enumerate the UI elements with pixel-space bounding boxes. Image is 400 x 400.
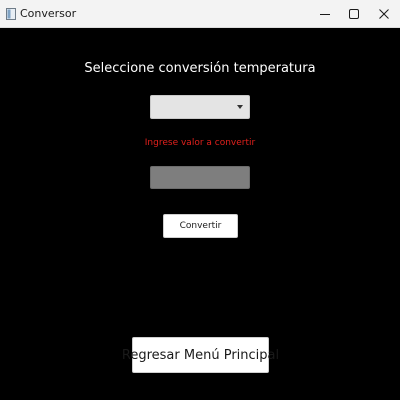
- back-to-main-menu-button[interactable]: Regresar Menú Principal: [122, 337, 279, 373]
- close-button[interactable]: [369, 0, 399, 28]
- minimize-button[interactable]: [310, 0, 340, 28]
- maximize-icon: [349, 9, 359, 19]
- window-title: Conversor: [20, 7, 77, 20]
- minimize-icon: [320, 14, 330, 15]
- dropdown-arrow-icon: [237, 105, 243, 109]
- conversion-heading: Seleccione conversión temperatura: [84, 61, 316, 76]
- conversion-type-select[interactable]: [150, 95, 250, 119]
- title-bar[interactable]: Conversor: [0, 0, 400, 28]
- close-icon: [379, 9, 389, 19]
- window-app-icon: [6, 8, 16, 20]
- converter-window: Conversor Seleccione conversión temperat…: [0, 0, 400, 400]
- input-prompt: Ingrese valor a convertir: [144, 138, 256, 148]
- convert-button[interactable]: Convertir: [163, 214, 238, 238]
- maximize-button[interactable]: [339, 0, 369, 28]
- value-input[interactable]: [150, 166, 250, 189]
